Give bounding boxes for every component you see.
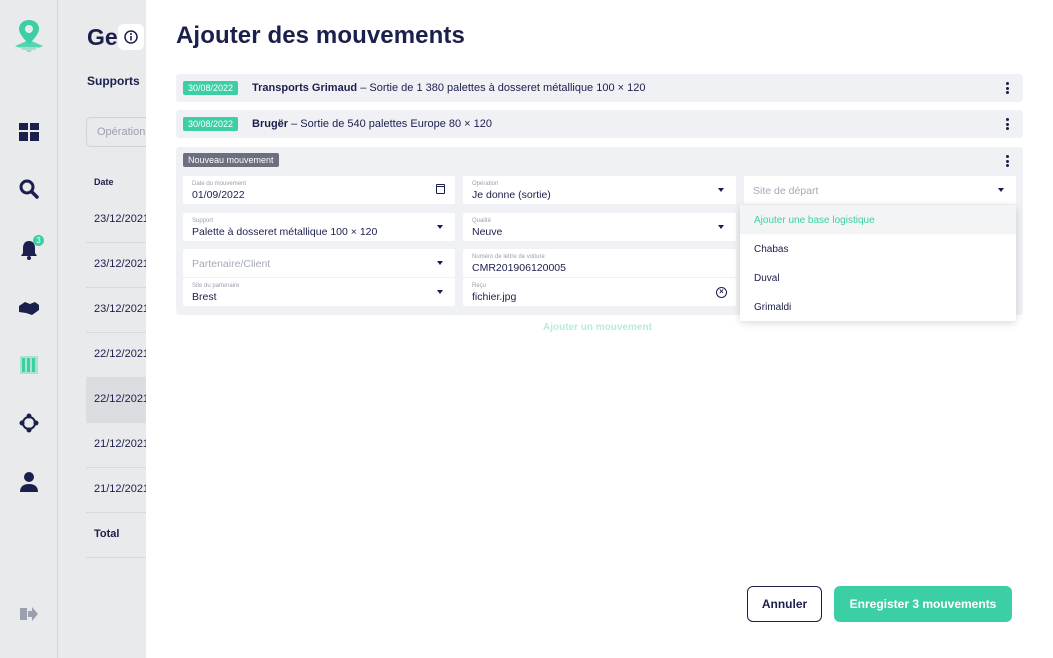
chevron-down-icon — [998, 188, 1004, 192]
movement-summary: Transports Grimaud – Sortie de 1 380 pal… — [252, 82, 645, 94]
add-movements-panel: Ajouter des mouvements 30/08/2022 Transp… — [146, 0, 1053, 658]
logout-icon[interactable] — [17, 602, 41, 626]
dropdown-option[interactable]: Chabas — [740, 234, 1016, 263]
support-select[interactable]: Support Palette à dosseret métallique 10… — [183, 213, 455, 241]
operation-label: Opération — [472, 181, 499, 187]
operation-value: Je donne (sortie) — [472, 189, 551, 201]
quality-label: Qualité — [472, 218, 492, 224]
cmr-label: Numéro de lettre de voiture — [472, 254, 545, 260]
new-movement-tag: Nouveau mouvement — [183, 153, 279, 167]
receipt-field[interactable]: Reçu fichier.jpg × — [463, 278, 736, 306]
search-icon[interactable] — [17, 177, 41, 201]
clear-icon[interactable]: × — [716, 287, 727, 298]
more-options-icon[interactable] — [1003, 82, 1011, 94]
support-value: Palette à dosseret métallique 100 × 120 — [192, 226, 378, 238]
operation-select[interactable]: Opération Je donne (sortie) — [463, 176, 736, 204]
movement-partner: Transports Grimaud — [252, 82, 358, 94]
tab-supports[interactable]: Supports — [87, 74, 140, 88]
chevron-down-icon — [718, 225, 724, 229]
pallet-icon[interactable] — [17, 353, 41, 377]
cmr-value: CMR201906120005 — [472, 262, 566, 274]
quality-select[interactable]: Qualité Neuve — [463, 213, 736, 241]
panel-title: Ajouter des mouvements — [176, 22, 465, 49]
movement-partner: Brugër — [252, 118, 289, 130]
dropdown-option-add-base[interactable]: Ajouter une base logistique — [740, 205, 1016, 234]
movement-summary: Brugër – Sortie de 540 palettes Europe 8… — [252, 118, 492, 130]
movement-item[interactable]: 30/08/2022 Transports Grimaud – Sortie d… — [176, 74, 1023, 102]
chevron-down-icon — [718, 188, 724, 192]
add-movement-link[interactable]: Ajouter un mouvement — [543, 322, 652, 333]
sidebar: 3 — [0, 0, 58, 658]
movement-date-badge: 30/08/2022 — [183, 81, 239, 95]
partner-site-label: Site du partenaire — [192, 283, 240, 289]
movement-item[interactable]: 30/08/2022 Brugër – Sortie de 540 palett… — [176, 110, 1023, 138]
page-title: Ge — [87, 24, 118, 50]
departure-site-dropdown: Ajouter une base logistique Chabas Duval… — [740, 205, 1016, 321]
user-icon[interactable] — [17, 470, 41, 494]
partner-site-value: Brest — [192, 291, 217, 303]
cancel-button[interactable]: Annuler — [747, 586, 822, 622]
date-value: 01/09/2022 — [192, 189, 245, 201]
date-label: Date du mouvement — [192, 181, 247, 187]
dropdown-option[interactable]: Grimaldi — [740, 292, 1016, 321]
cmr-field[interactable]: Numéro de lettre de voiture CMR201906120… — [463, 249, 736, 277]
receipt-value: fichier.jpg — [472, 291, 517, 303]
bell-icon[interactable]: 3 — [17, 235, 44, 262]
handshake-icon[interactable] — [17, 296, 41, 320]
network-icon[interactable] — [17, 411, 41, 435]
departure-site-select[interactable]: Site de départ — [744, 176, 1016, 204]
save-movements-button[interactable]: Enregister 3 mouvements — [834, 586, 1012, 622]
more-options-icon[interactable] — [1003, 118, 1011, 130]
info-icon[interactable] — [118, 24, 144, 50]
chevron-down-icon — [437, 290, 443, 294]
partner-site-select[interactable]: Site du partenaire Brest — [183, 278, 455, 306]
chevron-down-icon — [437, 225, 443, 229]
partner-placeholder: Partenaire/Client — [192, 258, 271, 270]
calendar-icon[interactable] — [436, 184, 445, 194]
more-options-icon[interactable] — [1003, 155, 1011, 167]
partner-select[interactable]: Partenaire/Client — [183, 249, 455, 277]
column-header-date: Date — [94, 177, 114, 187]
dropdown-option[interactable]: Duval — [740, 263, 1016, 292]
dashboard-icon[interactable] — [17, 120, 41, 144]
movement-date-badge: 30/08/2022 — [183, 117, 239, 131]
logo-icon — [15, 20, 43, 52]
date-field[interactable]: Date du mouvement 01/09/2022 — [183, 176, 455, 204]
notification-badge: 3 — [33, 235, 44, 246]
receipt-label: Reçu — [472, 283, 487, 289]
departure-site-placeholder: Site de départ — [753, 185, 819, 197]
quality-value: Neuve — [472, 226, 503, 238]
support-label: Support — [192, 218, 214, 224]
chevron-down-icon — [437, 261, 443, 265]
movement-description: – Sortie de 540 palettes Europe 80 × 120 — [288, 118, 493, 130]
movement-description: – Sortie de 1 380 palettes à dosseret mé… — [357, 82, 646, 94]
